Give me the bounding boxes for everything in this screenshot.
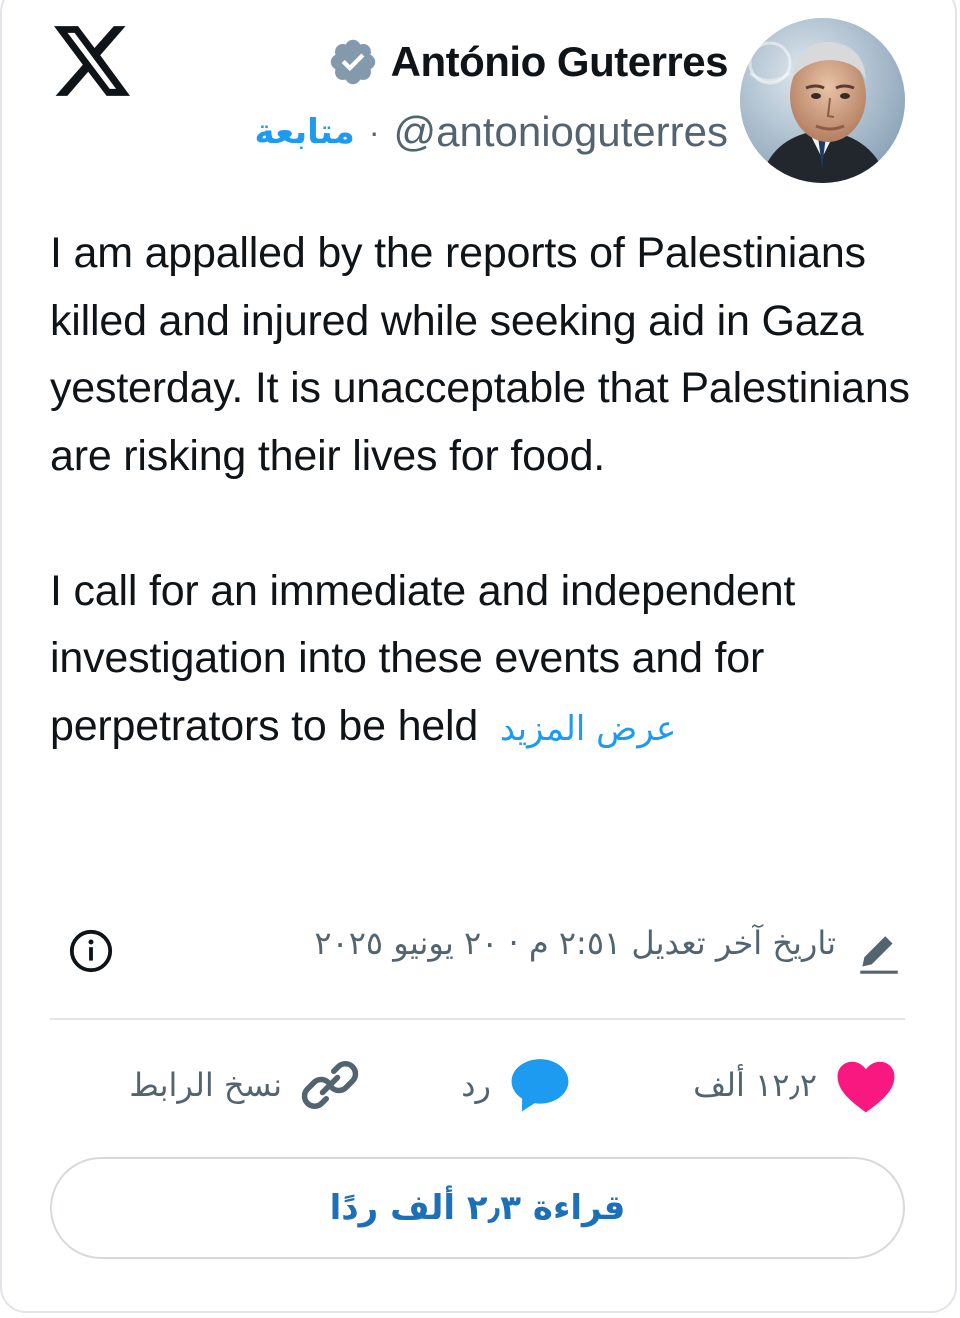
separator-dot: · <box>368 113 380 150</box>
show-more-link[interactable]: عرض المزيد <box>500 709 677 749</box>
reply-label: رد <box>461 1066 491 1104</box>
author-name-row: António Guterres <box>327 34 729 90</box>
tweet-paragraph-2-text: I call for an immediate and independent … <box>50 566 796 750</box>
reply-bubble-icon <box>511 1059 569 1112</box>
author-name[interactable]: António Guterres <box>391 38 729 86</box>
info-icon[interactable] <box>68 928 114 974</box>
link-icon <box>301 1061 359 1109</box>
tweet-paragraph-1: I am appalled by the reports of Palestin… <box>50 229 910 480</box>
tweet-paragraph-2: I call for an immediate and independent … <box>50 558 910 764</box>
avatar[interactable] <box>740 18 905 183</box>
read-replies-label: قراءة ٢٫٣ ألف ردًا <box>329 1188 626 1228</box>
profile-photo <box>740 18 905 183</box>
edit-info-row: تاريخ آخر تعديل ٢:٥١ م · ٢٠ يونيو ٢٠٢٥ <box>58 918 906 982</box>
verified-badge-icon <box>330 39 375 85</box>
author-handle-row: متابعة · @antonioguterres <box>255 104 728 160</box>
copy-link-label: نسخ الرابط <box>129 1066 282 1104</box>
author-handle[interactable]: @antonioguterres <box>393 108 728 156</box>
x-logo-icon[interactable] <box>54 26 130 96</box>
action-bar: ١٢٫٢ ألف رد نسخ الرابط <box>50 1050 905 1120</box>
read-replies-button[interactable]: قراءة ٢٫٣ ألف ردًا <box>50 1157 905 1259</box>
like-count: ١٢٫٢ ألف <box>693 1066 817 1104</box>
divider <box>50 1018 905 1020</box>
tweet-text: I am appalled by the reports of Palestin… <box>50 220 910 763</box>
last-edited-text: تاريخ آخر تعديل ٢:٥١ م · ٢٠ يونيو ٢٠٢٥ <box>314 924 836 962</box>
follow-link[interactable]: متابعة <box>255 112 355 152</box>
copy-link-button[interactable]: نسخ الرابط <box>129 1050 360 1120</box>
like-button[interactable]: ١٢٫٢ ألف <box>693 1050 897 1120</box>
reply-button[interactable]: رد <box>461 1050 571 1120</box>
pencil-icon <box>860 936 898 974</box>
heart-icon <box>837 1061 895 1113</box>
